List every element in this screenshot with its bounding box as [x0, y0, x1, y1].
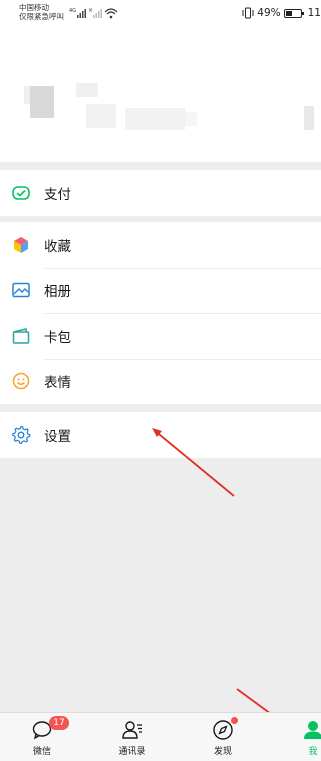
tab-chats[interactable]: 17 微信: [2, 713, 82, 761]
nickname-redacted: [76, 83, 98, 97]
bottom-tab-bar: 17 微信 通讯录 发现 我: [0, 712, 321, 761]
menu-item-album[interactable]: 相册: [0, 267, 321, 314]
carrier-info: 中国移动 仅限紧急呼叫: [19, 3, 64, 21]
pay-icon: [12, 185, 30, 200]
status-right: 49% 11: [242, 6, 321, 20]
signal-wifi-icon: 4G ×: [69, 7, 118, 19]
tab-label-me: 我: [308, 747, 318, 757]
menu-item-settings[interactable]: 设置: [0, 412, 321, 458]
person-icon: [304, 721, 321, 739]
svg-text:×: ×: [88, 7, 93, 14]
contacts-icon: [122, 721, 142, 739]
menu-label-album: 相册: [44, 284, 71, 301]
menu-label-stickers: 表情: [44, 375, 71, 392]
group-personal: 收藏 相册 卡包 表情: [0, 222, 321, 404]
vibrate-icon: [242, 7, 254, 19]
tab-discover[interactable]: 发现: [183, 713, 263, 761]
menu-label-settings: 设置: [44, 428, 71, 445]
qr-code-redacted[interactable]: [304, 106, 314, 130]
menu-item-favorites[interactable]: 收藏: [0, 222, 321, 268]
menu-label-favorites: 收藏: [44, 238, 71, 255]
battery-percent: 49%: [257, 7, 281, 19]
smiley-icon: [12, 373, 30, 390]
menu-item-cards[interactable]: 卡包: [0, 313, 321, 359]
menu-item-pay[interactable]: 支付: [0, 170, 321, 216]
menu-label-cards: 卡包: [44, 329, 71, 346]
tab-label-contacts: 通讯录: [118, 747, 146, 757]
emergency-only-text: 仅限紧急呼叫: [19, 12, 64, 21]
group-pay: 支付: [0, 170, 321, 216]
tab-label-discover: 发现: [213, 747, 232, 757]
network-type-label: 4G: [69, 8, 76, 14]
favorites-cube-icon: [14, 236, 28, 253]
album-icon: [12, 283, 30, 298]
tab-me[interactable]: 我: [273, 713, 321, 761]
menu-item-stickers[interactable]: 表情: [0, 358, 321, 405]
card-wallet-icon: [12, 327, 30, 344]
new-content-dot: [231, 717, 238, 724]
clock: 11: [307, 7, 321, 19]
status-bar: 中国移动 仅限紧急呼叫 4G × 49% 11: [0, 0, 321, 26]
carrier-name: 中国移动: [19, 3, 49, 12]
avatar: [30, 86, 54, 118]
group-settings: 设置: [0, 412, 321, 458]
tab-label-chats: 微信: [32, 747, 51, 757]
gear-icon: [12, 425, 31, 444]
menu-label-pay: 支付: [44, 186, 71, 203]
tab-contacts[interactable]: 通讯录: [92, 713, 172, 761]
wechat-id-redacted: [125, 108, 185, 130]
battery-icon: [283, 8, 304, 18]
unread-badge: 17: [49, 716, 69, 730]
profile-header[interactable]: [0, 26, 321, 162]
